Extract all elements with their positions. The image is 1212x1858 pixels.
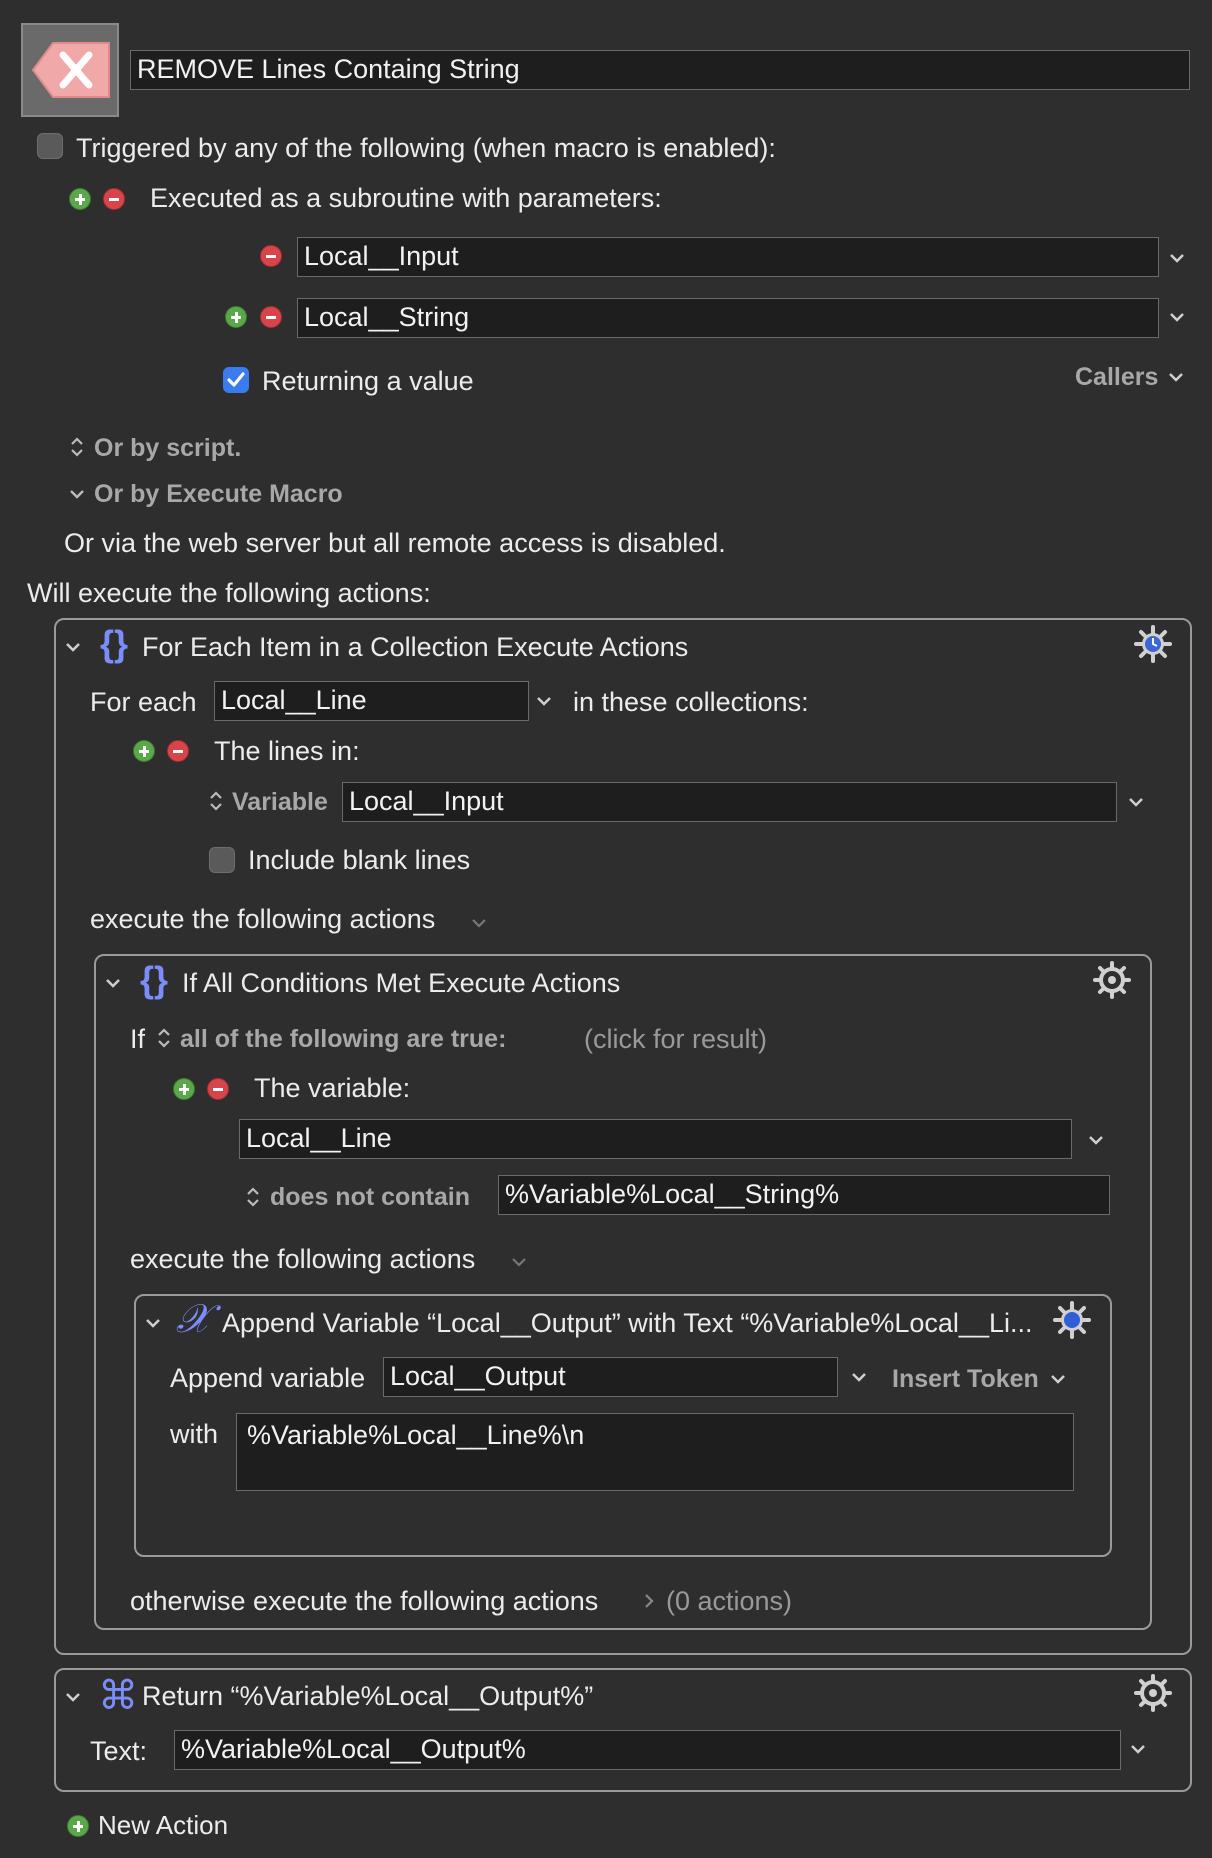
for-each-label: For each bbox=[90, 687, 197, 717]
gear-icon[interactable] bbox=[1053, 1301, 1091, 1339]
all-true-selector[interactable]: all of the following are true: bbox=[180, 1022, 506, 1056]
new-action-button[interactable]: New Action bbox=[98, 1808, 228, 1842]
delete-icon bbox=[31, 42, 110, 98]
in-collections-label: in these collections: bbox=[573, 687, 809, 717]
insert-token-button[interactable]: Insert Token bbox=[892, 1362, 1039, 1396]
chevron-down-icon[interactable] bbox=[468, 912, 490, 934]
braces-icon: {} bbox=[100, 623, 129, 664]
add-param-button[interactable] bbox=[225, 306, 247, 328]
chevron-down-icon[interactable] bbox=[66, 483, 88, 505]
chevron-down-icon[interactable] bbox=[1085, 1129, 1107, 1151]
chevron-down-icon[interactable] bbox=[1047, 1368, 1069, 1390]
if-label: If bbox=[130, 1024, 146, 1054]
chevron-down-icon[interactable] bbox=[1166, 306, 1188, 328]
with-text-area[interactable]: %Variable%Local__Line%\n bbox=[236, 1413, 1074, 1491]
by-script-toggle[interactable]: Or by script. bbox=[94, 431, 241, 465]
gear-icon[interactable] bbox=[1134, 1674, 1172, 1712]
updown-chevron-icon[interactable] bbox=[205, 790, 227, 812]
braces-icon: {} bbox=[140, 959, 169, 1000]
chevron-down-icon[interactable] bbox=[1166, 247, 1188, 269]
trigger-checkbox[interactable] bbox=[37, 133, 63, 159]
the-variable-label: The variable: bbox=[254, 1073, 411, 1103]
if-title: If All Conditions Met Execute Actions bbox=[182, 968, 621, 998]
otherwise-label: otherwise execute the following actions bbox=[130, 1586, 599, 1616]
otherwise-count: (0 actions) bbox=[666, 1586, 793, 1616]
chevron-down-icon[interactable] bbox=[62, 636, 84, 658]
macro-icon[interactable] bbox=[21, 23, 119, 117]
chevron-down-icon[interactable] bbox=[1165, 366, 1187, 388]
chevron-down-icon[interactable] bbox=[533, 690, 555, 712]
contain-value-input[interactable]: %Variable%Local__String% bbox=[498, 1175, 1110, 1215]
new-action-plus-icon[interactable] bbox=[67, 1815, 89, 1837]
remove-param-button[interactable] bbox=[260, 306, 282, 328]
param-input-2[interactable]: Local__String bbox=[297, 298, 1159, 338]
callers-button[interactable]: Callers bbox=[1075, 360, 1158, 394]
remove-trigger-button[interactable] bbox=[103, 188, 125, 210]
remove-param-button[interactable] bbox=[260, 245, 282, 267]
chevron-down-icon[interactable] bbox=[142, 1312, 164, 1334]
foreach-title: For Each Item in a Collection Execute Ac… bbox=[142, 632, 689, 662]
checkmark-icon bbox=[227, 372, 245, 387]
append-variable-input[interactable]: Local__Output bbox=[383, 1357, 838, 1397]
foreach-execute-label: execute the following actions bbox=[90, 904, 436, 934]
return-title: Return “%Variable%Local__Output%” bbox=[142, 1681, 594, 1711]
append-title: Append Variable “Local__Output” with Tex… bbox=[222, 1308, 1033, 1338]
variable-x-icon: 𝒳 bbox=[176, 1296, 211, 1342]
by-execute-macro-toggle[interactable]: Or by Execute Macro bbox=[94, 477, 343, 511]
updown-chevron-icon[interactable] bbox=[153, 1027, 175, 1049]
include-blank-checkbox[interactable] bbox=[209, 847, 235, 873]
return-text-input[interactable]: %Variable%Local__Output% bbox=[174, 1730, 1121, 1770]
gear-clock-icon[interactable] bbox=[1134, 625, 1172, 663]
chevron-down-icon[interactable] bbox=[1125, 791, 1147, 813]
collection-variable-input[interactable]: Local__Input bbox=[342, 782, 1117, 822]
add-collection-button[interactable] bbox=[133, 740, 155, 762]
subroutine-label: Executed as a subroutine with parameters… bbox=[150, 183, 662, 213]
trigger-label: Triggered by any of the following (when … bbox=[76, 133, 776, 163]
gear-icon[interactable] bbox=[1093, 961, 1131, 999]
chevron-down-icon[interactable] bbox=[1127, 1738, 1149, 1760]
returning-label: Returning a value bbox=[262, 366, 474, 396]
chevron-right-icon[interactable] bbox=[638, 1590, 660, 1612]
remove-collection-button[interactable] bbox=[167, 740, 189, 762]
macro-name-field[interactable]: REMOVE Lines Containg String bbox=[130, 50, 1190, 90]
chevron-down-icon[interactable] bbox=[508, 1251, 530, 1273]
param-input-1[interactable]: Local__Input bbox=[297, 237, 1159, 277]
click-for-result[interactable]: (click for result) bbox=[584, 1022, 767, 1056]
will-execute-label: Will execute the following actions: bbox=[27, 578, 431, 608]
with-label: with bbox=[170, 1419, 219, 1449]
web-server-note: Or via the web server but all remote acc… bbox=[64, 528, 726, 558]
remove-condition-button[interactable] bbox=[207, 1078, 229, 1100]
chevron-down-icon[interactable] bbox=[102, 972, 124, 994]
updown-chevron-icon[interactable] bbox=[242, 1186, 264, 1208]
add-condition-button[interactable] bbox=[173, 1078, 195, 1100]
command-key-icon: ⌘ bbox=[98, 1673, 138, 1719]
add-trigger-button[interactable] bbox=[69, 188, 91, 210]
updown-chevron-icon[interactable] bbox=[66, 436, 88, 458]
if-execute-label: execute the following actions bbox=[130, 1244, 476, 1274]
chevron-down-icon[interactable] bbox=[62, 1686, 84, 1708]
lines-in-label: The lines in: bbox=[214, 736, 360, 766]
condition-variable-input[interactable]: Local__Line bbox=[239, 1119, 1072, 1159]
returning-checkbox[interactable] bbox=[223, 367, 249, 393]
foreach-variable-input[interactable]: Local__Line bbox=[214, 681, 529, 721]
variable-type-label[interactable]: Variable bbox=[232, 785, 328, 819]
include-blank-label: Include blank lines bbox=[248, 845, 471, 875]
callers-label: Callers bbox=[1075, 363, 1159, 391]
append-variable-label: Append variable bbox=[170, 1363, 366, 1393]
return-text-label: Text: bbox=[90, 1736, 148, 1766]
chevron-down-icon[interactable] bbox=[848, 1366, 870, 1388]
does-not-contain-selector[interactable]: does not contain bbox=[270, 1180, 470, 1214]
